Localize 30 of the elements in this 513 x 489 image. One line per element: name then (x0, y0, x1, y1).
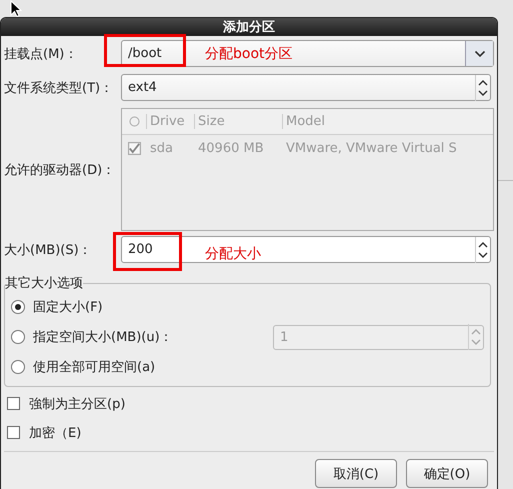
radio-label[interactable]: 固定大小(F) (33, 298, 484, 316)
radio-label[interactable]: 使用全部可用空间(a) (33, 358, 484, 376)
field-label: 大小(MB)(S)： (4, 242, 93, 258)
table-cell-text: 40960 MB (197, 140, 265, 156)
dialog-button[interactable]: 确定(O) (406, 459, 488, 488)
header-checkbox-icon (128, 116, 140, 127)
dropdown-icon[interactable] (474, 50, 486, 58)
table-cell-text: VMware, VMware Virtual S (285, 140, 458, 156)
filesystem-combo[interactable]: ext4 (121, 74, 491, 101)
field-label: 允许的驱动器(D)： (4, 162, 116, 178)
mouse-cursor-icon (10, 0, 22, 17)
annotation-box (113, 232, 182, 271)
radio-button[interactable] (11, 360, 25, 374)
annotation-text: 分配大小 (205, 244, 261, 263)
group-title: 其它大小选项 (5, 275, 83, 292)
dialog-title: 添加分区 (1, 18, 497, 36)
dialog-button[interactable]: 取消(C) (315, 459, 397, 488)
field-label: 文件系统类型(T)： (4, 80, 114, 96)
spin-arrows-icon[interactable] (475, 74, 490, 100)
checkbox-label[interactable]: 加密（E) (29, 424, 82, 442)
annotation-text: 分配boot分区 (205, 44, 293, 62)
radio-button[interactable] (11, 330, 25, 344)
table-cell-text: sda (149, 140, 174, 156)
checkbox[interactable] (7, 426, 20, 439)
spin-arrows-icon[interactable] (475, 236, 490, 262)
field-label: 挂载点(M)： (4, 46, 78, 62)
radio-button[interactable] (11, 300, 25, 314)
checkbox[interactable] (7, 397, 20, 410)
checkbox-label[interactable]: 強制为主分区(p) (29, 394, 126, 412)
radio-label[interactable]: 指定空间大小(MB)(u)： (33, 328, 273, 346)
